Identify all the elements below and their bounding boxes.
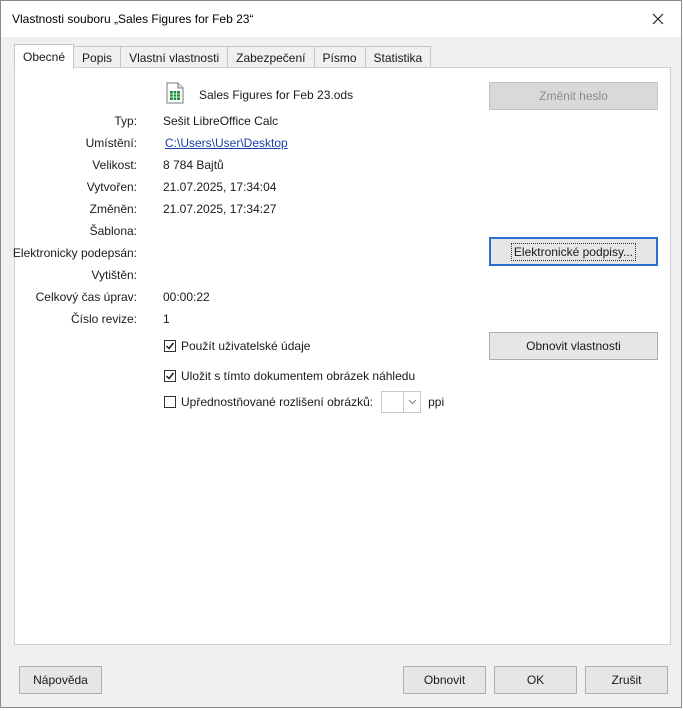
title-bar: Vlastnosti souboru „Sales Figures for Fe… <box>1 1 681 37</box>
tab-bar: Obecné Popis Vlastní vlastnosti Zabezpeč… <box>14 44 432 69</box>
tab-statistics[interactable]: Statistika <box>364 46 432 68</box>
save-thumbnail-checkbox[interactable]: Uložit s tímto dokumentem obrázek náhled… <box>164 369 415 383</box>
type-label: Typ: <box>114 114 137 128</box>
signed-label: Elektronicky podepsán: <box>12 246 137 260</box>
template-label: Šablona: <box>89 224 137 238</box>
use-user-data-label: Použít uživatelské údaje <box>181 339 311 353</box>
resolution-combobox[interactable] <box>381 391 422 413</box>
size-value: 8 784 Bajtů <box>163 158 224 172</box>
chevron-down-icon <box>408 399 417 405</box>
modified-value: 21.07.2025, 17:34:27 <box>163 202 277 216</box>
checkbox-box[interactable] <box>164 370 176 382</box>
preferred-resolution-row: Upřednostňované rozlišení obrázků: ppi <box>164 391 444 413</box>
help-button[interactable]: Nápověda <box>19 666 102 694</box>
tab-font[interactable]: Písmo <box>313 46 366 68</box>
revision-value: 1 <box>163 312 170 326</box>
revision-label: Číslo revize: <box>70 312 137 326</box>
close-button[interactable] <box>635 1 681 37</box>
properties-dialog: Vlastnosti souboru „Sales Figures for Fe… <box>0 0 682 708</box>
tab-description[interactable]: Popis <box>73 46 122 68</box>
editing-time-label: Celkový čas úprav: <box>35 290 137 304</box>
created-value: 21.07.2025, 17:34:04 <box>163 180 277 194</box>
tab-custom-properties[interactable]: Vlastní vlastnosti <box>120 46 229 68</box>
digital-signatures-button[interactable]: Elektronické podpisy... <box>489 237 658 266</box>
ok-button[interactable]: OK <box>494 666 577 694</box>
resolution-input[interactable] <box>382 392 403 412</box>
spreadsheet-file-icon <box>166 82 184 104</box>
save-thumbnail-label: Uložit s tímto dokumentem obrázek náhled… <box>181 369 416 383</box>
file-name: Sales Figures for Feb 23.ods <box>199 88 354 102</box>
resolution-dropdown-button[interactable] <box>403 392 420 412</box>
check-icon <box>166 372 175 380</box>
window-title: Vlastnosti souboru „Sales Figures for Fe… <box>12 12 254 26</box>
created-label: Vytvořen: <box>86 180 137 194</box>
checkbox-box[interactable] <box>164 340 176 352</box>
cancel-button[interactable]: Zrušit <box>585 666 668 694</box>
resolution-unit: ppi <box>428 395 445 409</box>
reset-button[interactable]: Obnovit <box>403 666 486 694</box>
tab-general[interactable]: Obecné <box>14 44 75 69</box>
check-icon <box>166 342 175 350</box>
location-link[interactable]: C:\Users\User\Desktop <box>165 136 288 150</box>
close-icon <box>652 13 664 25</box>
size-label: Velikost: <box>92 158 137 172</box>
type-value: Sešit LibreOffice Calc <box>163 114 279 128</box>
editing-time-value: 00:00:22 <box>163 290 210 304</box>
preferred-resolution-label: Upřednostňované rozlišení obrázků: <box>181 395 374 409</box>
modified-label: Změněn: <box>89 202 137 216</box>
general-panel: Sales Figures for Feb 23.ods Změnit hesl… <box>12 67 671 645</box>
tab-security[interactable]: Zabezpečení <box>227 46 315 68</box>
reset-properties-button[interactable]: Obnovit vlastnosti <box>489 332 658 360</box>
change-password-button[interactable]: Změnit heslo <box>489 82 658 110</box>
location-label: Umístění: <box>85 136 137 150</box>
preferred-resolution-checkbox[interactable] <box>164 396 176 408</box>
printed-label: Vytištěn: <box>91 268 137 282</box>
use-user-data-checkbox[interactable]: Použít uživatelské údaje <box>164 339 310 353</box>
